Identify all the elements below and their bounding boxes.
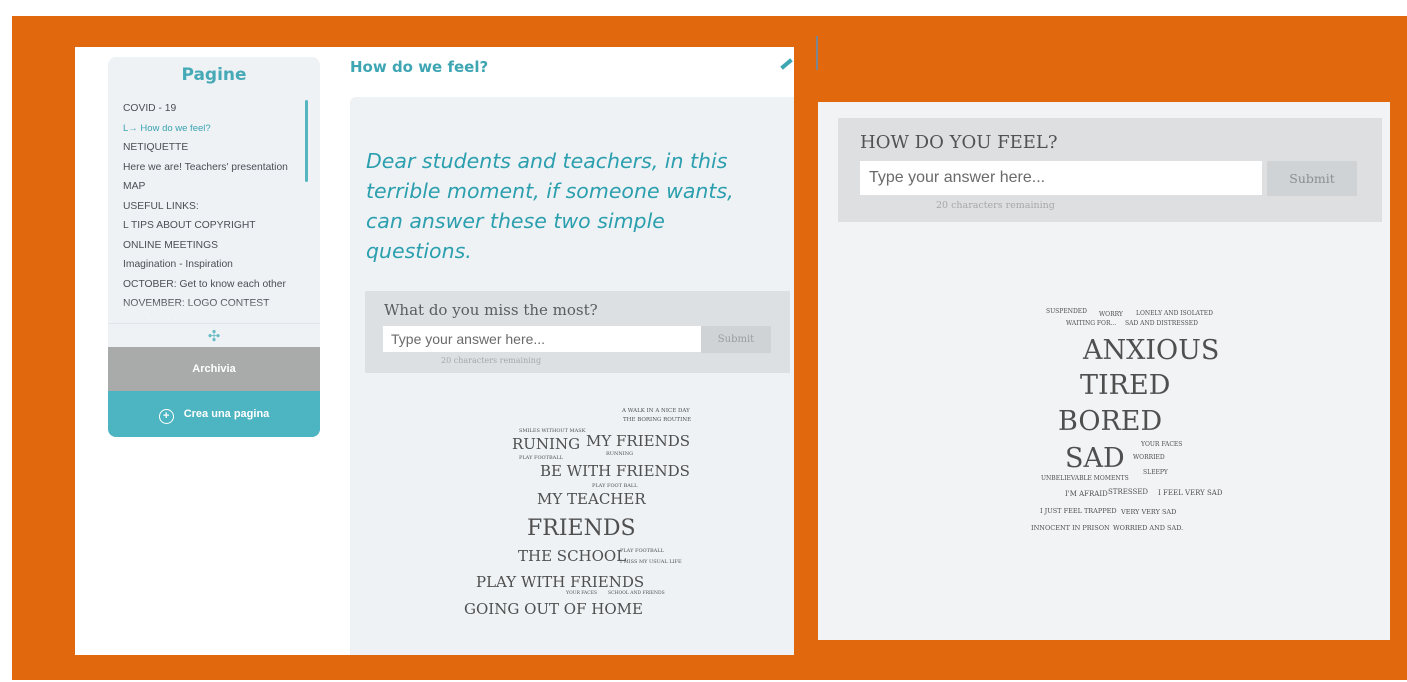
cloud-word: MY TEACHER (537, 490, 646, 508)
cloud-word: TIRED (1080, 370, 1171, 401)
sidebar-item[interactable]: COVID - 19 (123, 99, 313, 119)
sidebar-item[interactable]: ONLINE MEETINGS (123, 236, 313, 256)
create-page-label: Crea una pagina (183, 408, 270, 420)
cloud-word: LONELY AND ISOLATED (1136, 310, 1213, 317)
submit-button[interactable]: Submit (701, 326, 771, 353)
cloud-word: WORRIED AND SAD. (1113, 524, 1184, 532)
cloud-word: RUNING (512, 435, 581, 453)
poll-miss-box: What do you miss the most? Submit 20 cha… (365, 291, 790, 373)
intro-text: Dear students and teachers, in this terr… (366, 149, 734, 263)
cloud-word: RUNNING (606, 451, 634, 457)
cloud-word: SMILES WITHOUT MASK (519, 428, 586, 434)
cloud-word: WORRIED (1133, 454, 1165, 461)
answer-input[interactable] (860, 161, 1262, 195)
poll-feel-box: HOW DO YOU FEEL? Submit 20 characters re… (838, 118, 1382, 222)
cloud-word: I FEEL VERY SAD (1158, 489, 1223, 497)
submit-button[interactable]: Submit (1267, 161, 1357, 196)
sidebar-item[interactable]: Imagination - Inspiration (123, 255, 313, 275)
cloud-word: BORED (1058, 406, 1163, 437)
cloud-word: SAD AND DISTRESSED (1125, 320, 1198, 327)
characters-remaining: 20 characters remaining (936, 200, 1055, 211)
cloud-word: ANXIOUS (1083, 335, 1220, 366)
cloud-word: VERY VERY SAD (1121, 508, 1177, 516)
cloud-word: MY FRIENDS (586, 432, 691, 450)
sidebar-item[interactable]: OCTOBER: Get to know each other (123, 275, 313, 295)
cloud-word: PLAY FOOTBALL (519, 455, 563, 461)
cloud-word: UNBELIEVABLE MOMENTS (1041, 475, 1129, 482)
sidebar-item[interactable]: MAP (123, 177, 313, 197)
sidebar-nav: COVID - 19 L→ How do we feel? NETIQUETTE He… (123, 99, 313, 319)
plus-circle-icon: + (158, 409, 174, 424)
cloud-word: FRIENDS (527, 516, 636, 541)
cloud-word: I MISS MY USUAL LIFE (620, 559, 682, 565)
sidebar-item[interactable]: NETIQUETTE (123, 138, 313, 158)
poll-question: HOW DO YOU FEEL? (860, 132, 1058, 153)
poll-question: What do you miss the most? (384, 301, 598, 319)
characters-remaining: 20 characters remaining (441, 356, 542, 365)
sidebar-item[interactable]: USEFUL LINKS: (123, 197, 313, 217)
sidebar-item[interactable]: L TIPS ABOUT COPYRIGHT (123, 216, 313, 236)
sidebar-fade (108, 300, 320, 322)
sidebar-item[interactable]: Here we are! Teachers' presentation (123, 158, 313, 178)
sidebar-title: Pagine (181, 65, 247, 85)
sidebar-scrollbar[interactable] (305, 100, 308, 182)
cloud-word: PLAY FOOT BALL (592, 483, 638, 489)
cloud-word: A WALK IN A NICE DAY (622, 408, 690, 414)
cloud-word: INNOCENT IN PRISON (1031, 524, 1110, 532)
answer-input[interactable] (383, 326, 711, 352)
cloud-word: SCHOOL AND FRIENDS (608, 591, 665, 596)
cloud-word: THE BORING ROUTINE (623, 417, 692, 423)
cloud-word: STRESSED (1108, 488, 1149, 496)
create-page-button[interactable]: + Crea una pagina (108, 391, 320, 437)
cloud-word: I'M AFRAID (1065, 490, 1108, 498)
cloud-word: WORRY (1099, 311, 1123, 318)
cloud-word: SUSPENDED (1046, 308, 1087, 315)
cloud-word: SAD (1065, 443, 1125, 474)
cloud-word: BE WITH FRIENDS (540, 462, 690, 480)
cloud-word: PLAY WITH FRIENDS (476, 573, 645, 591)
cloud-word: THE SCHOOL (518, 547, 627, 565)
page-title: How do we feel? (350, 58, 489, 76)
cloud-word: GOING OUT OF HOME (464, 600, 643, 618)
cloud-word: YOUR FACES (566, 591, 598, 596)
cloud-word: YOUR FACES (1141, 441, 1183, 448)
cloud-word: WAITING FOR... (1066, 320, 1117, 327)
archive-button[interactable]: Archivia (108, 347, 320, 391)
cloud-word: PLAY FOOTBALL (620, 548, 664, 554)
cloud-word: SLEEPY (1143, 469, 1168, 476)
move-handle-icon[interactable]: ✣ (108, 323, 320, 348)
sidebar-item[interactable]: L→ How do we feel? (123, 119, 313, 139)
cloud-word: I JUST FEEL TRAPPED (1040, 507, 1117, 515)
cursor-divider (816, 36, 818, 70)
